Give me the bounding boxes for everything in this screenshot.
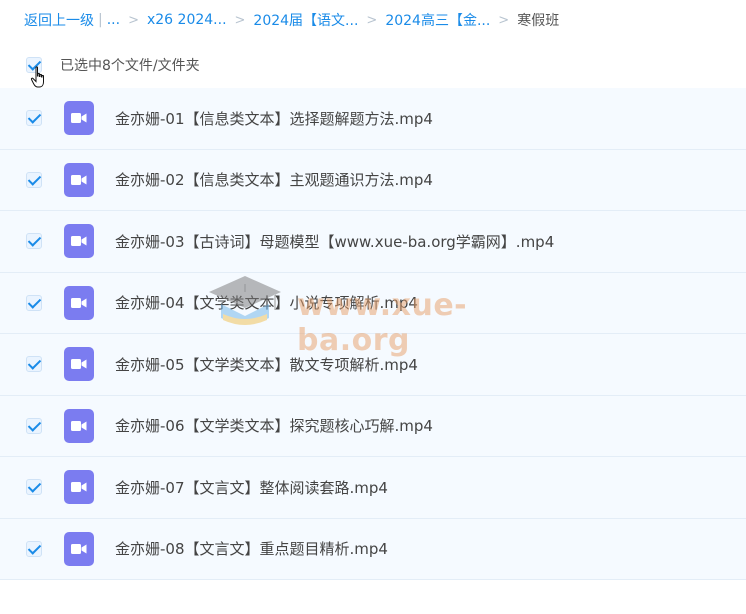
back-link[interactable]: 返回上一级	[24, 10, 94, 30]
file-name[interactable]: 金亦姗-08【文言文】重点题目精析.mp4	[115, 538, 388, 559]
file-row[interactable]: 金亦姗-04【文学类文本】小说专项解析.mp4	[0, 272, 746, 334]
breadcrumb: 返回上一级 | ... > x26 2024... > 2024届【语文... …	[24, 9, 559, 31]
breadcrumb-item-3[interactable]: 2024高三【金...	[385, 10, 490, 30]
video-file-icon	[64, 101, 94, 136]
video-file-icon	[64, 470, 94, 505]
chevron-right-icon: >	[128, 12, 139, 28]
chevron-right-icon: >	[498, 12, 510, 28]
select-all-checkbox[interactable]	[26, 57, 42, 73]
file-name[interactable]: 金亦姗-05【文学类文本】散文专项解析.mp4	[115, 354, 418, 375]
file-name[interactable]: 金亦姗-02【信息类文本】主观题通识方法.mp4	[115, 169, 433, 190]
file-row[interactable]: 金亦姗-03【古诗词】母题模型【www.xue-ba.org学霸网】.mp4	[0, 211, 746, 273]
chevron-right-icon: >	[366, 12, 378, 28]
file-row[interactable]: 金亦姗-01【信息类文本】选择题解题方法.mp4	[0, 88, 746, 150]
file-checkbox[interactable]	[26, 356, 42, 373]
file-row[interactable]: 金亦姗-06【文学类文本】探究题核心巧解.mp4	[0, 395, 746, 457]
file-name[interactable]: 金亦姗-04【文学类文本】小说专项解析.mp4	[115, 292, 418, 313]
file-row[interactable]: 金亦姗-07【文言文】整体阅读套路.mp4	[0, 457, 746, 519]
breadcrumb-item-1[interactable]: x26 2024...	[147, 12, 227, 28]
breadcrumb-item-2[interactable]: 2024届【语文...	[253, 10, 358, 30]
file-name[interactable]: 金亦姗-03【古诗词】母题模型【www.xue-ba.org学霸网】.mp4	[115, 231, 554, 252]
breadcrumb-ellipsis[interactable]: ...	[107, 12, 120, 28]
select-all-row: 已选中8个文件/文件夹	[0, 52, 746, 78]
file-checkbox[interactable]	[26, 294, 42, 311]
file-name[interactable]: 金亦姗-01【信息类文本】选择题解题方法.mp4	[115, 108, 433, 129]
video-file-icon	[64, 408, 94, 443]
file-checkbox[interactable]	[26, 233, 42, 250]
file-row[interactable]: 金亦姗-08【文言文】重点题目精析.mp4	[0, 518, 746, 580]
file-checkbox[interactable]	[26, 417, 42, 434]
chevron-right-icon: >	[234, 12, 246, 28]
video-file-icon	[64, 162, 94, 197]
file-row[interactable]: 金亦姗-02【信息类文本】主观题通识方法.mp4	[0, 149, 746, 211]
video-file-icon	[64, 531, 94, 566]
breadcrumb-pipe: |	[98, 12, 103, 28]
file-list: 金亦姗-01【信息类文本】选择题解题方法.mp4 金亦姗-02【信息类文本】主观…	[0, 88, 746, 580]
selection-count-label: 已选中8个文件/文件夹	[60, 58, 200, 74]
video-file-icon	[64, 347, 94, 382]
video-file-icon	[64, 285, 94, 320]
file-name[interactable]: 金亦姗-07【文言文】整体阅读套路.mp4	[115, 477, 388, 498]
file-checkbox[interactable]	[26, 540, 42, 557]
file-checkbox[interactable]	[26, 110, 42, 127]
file-row[interactable]: 金亦姗-05【文学类文本】散文专项解析.mp4	[0, 334, 746, 396]
file-name[interactable]: 金亦姗-06【文学类文本】探究题核心巧解.mp4	[115, 415, 433, 436]
file-checkbox[interactable]	[26, 479, 42, 496]
video-file-icon	[64, 224, 94, 259]
file-checkbox[interactable]	[26, 171, 42, 188]
breadcrumb-current: 寒假班	[517, 13, 560, 29]
